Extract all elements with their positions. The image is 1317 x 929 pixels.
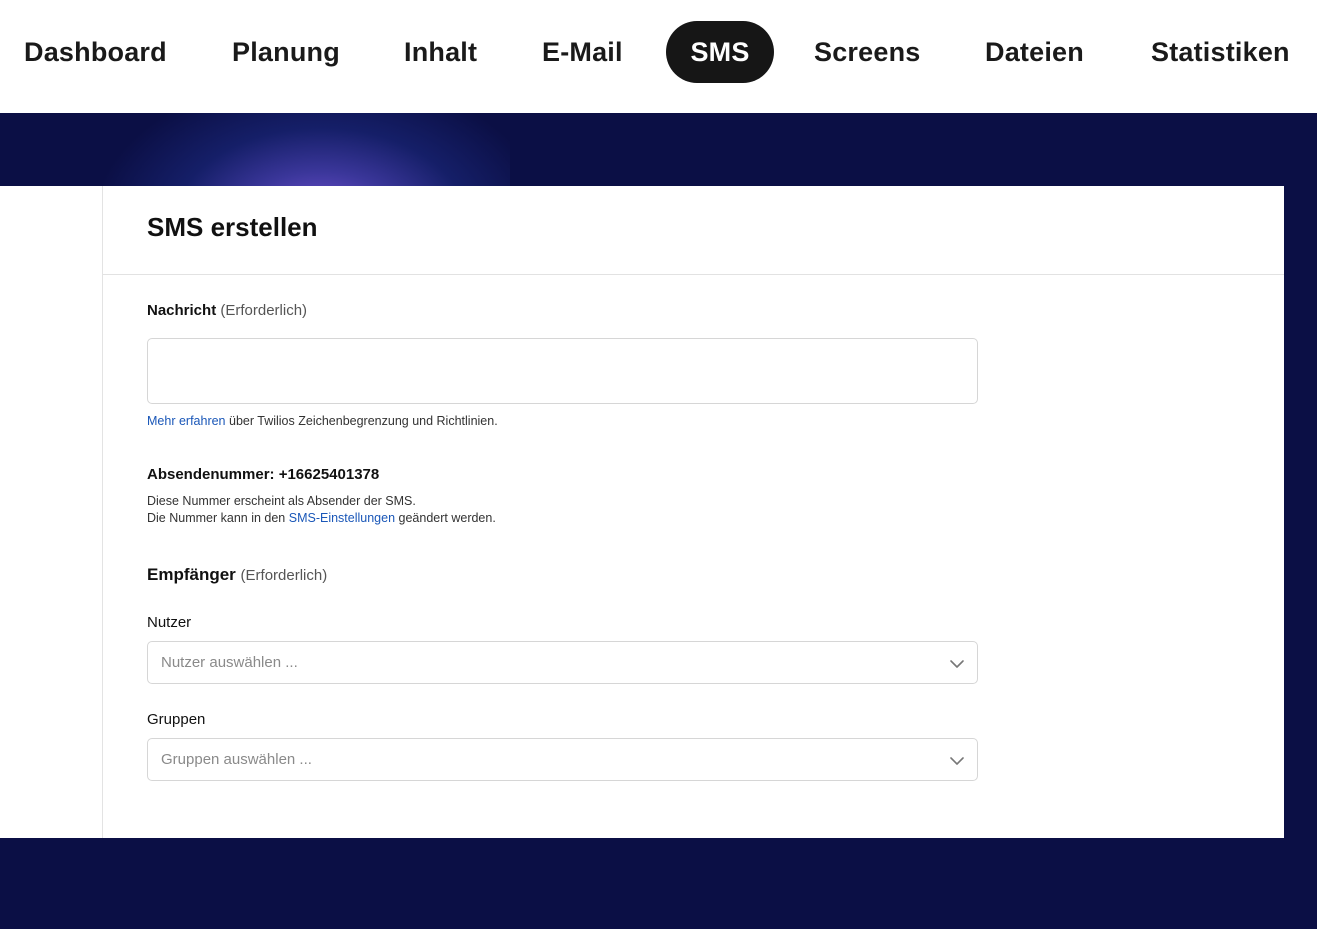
groups-label: Gruppen [147, 711, 206, 728]
title-divider [103, 274, 1284, 275]
message-required-hint: (Erforderlich) [220, 302, 308, 319]
message-textarea[interactable] [147, 338, 978, 404]
nav-item-statistiken[interactable]: Statistiken [1151, 21, 1290, 83]
message-help-text: über Twilios Zeichenbegrenzung und Richt… [225, 414, 498, 428]
groups-placeholder: Gruppen auswählen ... [161, 751, 312, 768]
recipients-label-text: Empfänger [147, 565, 236, 584]
nav-item-sms[interactable]: SMS [666, 21, 774, 83]
sender-desc-prefix: Die Nummer kann in den [147, 511, 289, 525]
nav-item-planung[interactable]: Planung [232, 21, 340, 83]
sender-number-label: Absendenummer: +16625401378 [147, 466, 380, 483]
learn-more-link[interactable]: Mehr erfahren [147, 414, 226, 428]
footer-band [0, 838, 1317, 929]
sender-desc-line2: Die Nummer kann in den SMS-Einstellungen… [147, 511, 496, 525]
hero-glow [90, 113, 510, 186]
hero-banner [0, 113, 1317, 186]
left-gutter [0, 186, 102, 838]
nav-item-email[interactable]: E-Mail [542, 21, 623, 83]
nav-item-dashboard[interactable]: Dashboard [24, 21, 167, 83]
users-label: Nutzer [147, 614, 192, 631]
message-help: Mehr erfahren über Twilios Zeichenbegren… [147, 414, 498, 428]
recipients-heading: Empfänger (Erforderlich) [147, 565, 327, 585]
users-placeholder: Nutzer auswählen ... [161, 654, 298, 671]
top-navigation: Dashboard Planung Inhalt E-Mail SMS Scre… [0, 0, 1317, 113]
nav-item-inhalt[interactable]: Inhalt [404, 21, 477, 83]
groups-select[interactable]: Gruppen auswählen ... [147, 738, 978, 781]
message-label: Nachricht (Erforderlich) [147, 302, 307, 319]
chevron-down-icon [950, 757, 964, 765]
chevron-down-icon [950, 660, 964, 668]
recipients-required-hint: (Erforderlich) [240, 567, 328, 584]
nav-item-screens[interactable]: Screens [814, 21, 920, 83]
sender-desc-suffix: geändert werden. [395, 511, 496, 525]
nav-item-dateien[interactable]: Dateien [985, 21, 1084, 83]
page-title: SMS erstellen [147, 212, 318, 242]
sms-settings-link[interactable]: SMS-Einstellungen [289, 511, 395, 525]
users-select[interactable]: Nutzer auswählen ... [147, 641, 978, 684]
sender-desc-line1: Diese Nummer erscheint als Absender der … [147, 494, 416, 508]
message-label-text: Nachricht [147, 302, 217, 319]
sms-form-card: SMS erstellen Nachricht (Erforderlich) M… [102, 186, 1284, 838]
